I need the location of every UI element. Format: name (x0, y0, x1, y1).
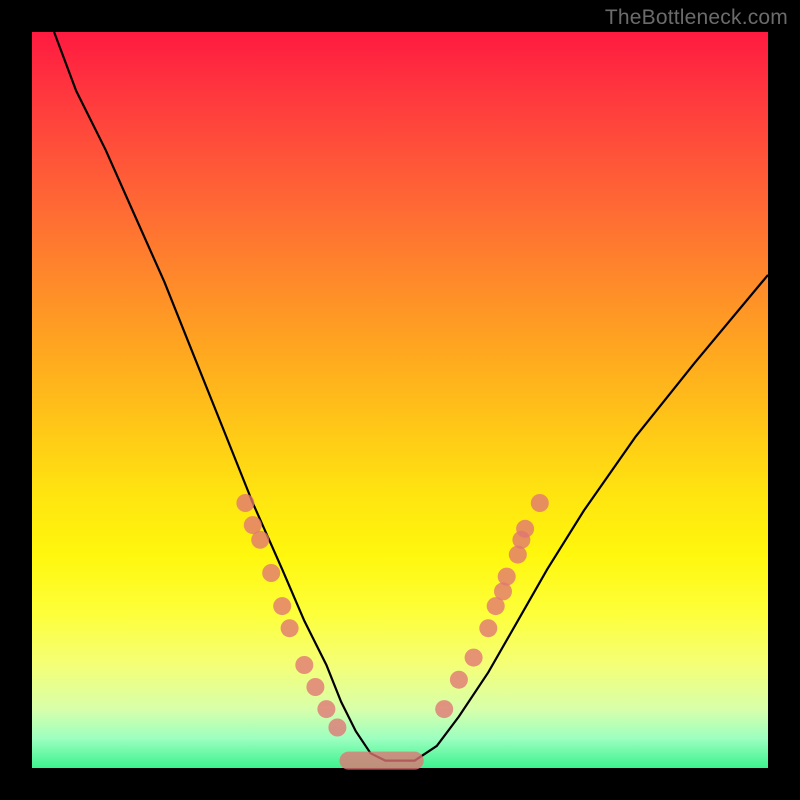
plot-area (32, 32, 768, 768)
bottleneck-curve (54, 32, 768, 761)
sample-dot (273, 597, 291, 615)
sample-dot (281, 619, 299, 637)
sample-dot (306, 678, 324, 696)
sample-dot (465, 649, 483, 667)
bottleneck-curve-svg (32, 32, 768, 768)
sample-dot (236, 494, 254, 512)
sample-dot (498, 568, 516, 586)
sample-dot (251, 531, 269, 549)
sample-dot (479, 619, 497, 637)
sample-dot (262, 564, 280, 582)
sample-dot (531, 494, 549, 512)
sample-dot (317, 700, 335, 718)
left-sample-dots (236, 494, 346, 737)
sample-dot (450, 671, 468, 689)
watermark-text: TheBottleneck.com (605, 6, 788, 30)
sample-dot (295, 656, 313, 674)
sample-dot (435, 700, 453, 718)
right-sample-dots (435, 494, 549, 718)
sample-dot (328, 719, 346, 737)
chart-frame: TheBottleneck.com (0, 0, 800, 800)
sample-dot (516, 520, 534, 538)
